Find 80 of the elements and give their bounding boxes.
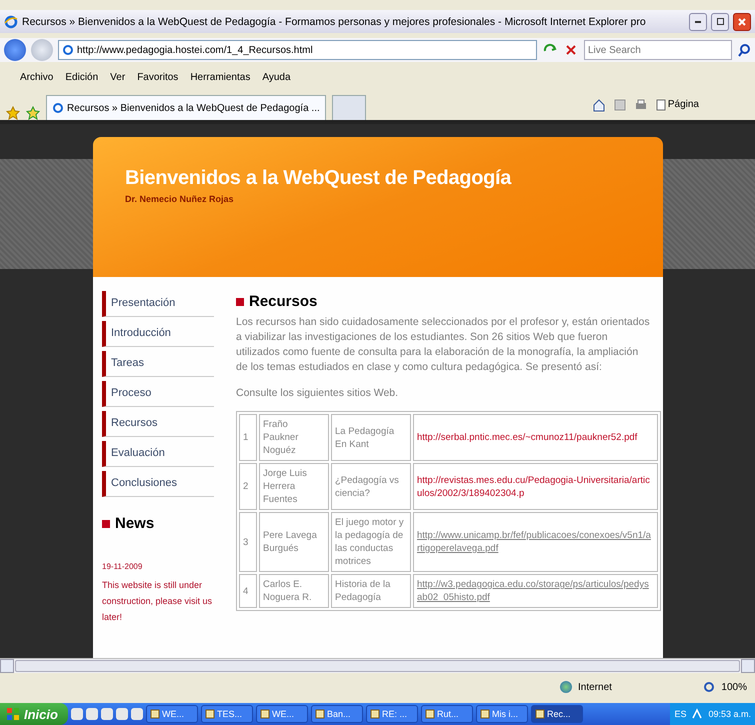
nav-link[interactable]: Recursos xyxy=(102,411,214,437)
bullet-icon xyxy=(236,298,244,306)
taskbar-button[interactable]: WE... xyxy=(146,705,198,723)
globe-icon xyxy=(560,681,572,693)
horizontal-scrollbar[interactable] xyxy=(0,658,755,673)
table-cell: Jorge Luis Herrera Fuentes xyxy=(259,463,329,510)
section-heading: News xyxy=(115,515,154,532)
table-cell: 1 xyxy=(239,414,257,461)
nav-link[interactable]: Tareas xyxy=(102,351,214,377)
table-cell: Carlos E. Noguera R. xyxy=(259,574,329,608)
window-icon xyxy=(314,709,325,719)
nav-link[interactable]: Evaluación xyxy=(102,441,214,467)
window-icon xyxy=(204,709,215,719)
close-button[interactable] xyxy=(733,12,751,30)
menu-item[interactable]: Ver xyxy=(104,72,132,83)
restore-icon xyxy=(716,18,724,25)
table-cell: Historia de la Pedagogía xyxy=(331,574,411,608)
close-icon xyxy=(738,18,746,26)
menu-item[interactable]: Herramientas xyxy=(184,72,256,83)
taskbar-button[interactable]: TES... xyxy=(200,705,253,723)
nav-link[interactable]: Proceso xyxy=(102,381,214,407)
quick-launch-icon[interactable] xyxy=(86,708,98,720)
maximize-button[interactable] xyxy=(711,12,729,30)
windows-logo-icon xyxy=(6,707,20,721)
news-text: This website is still under construction, please visit us later! xyxy=(102,579,214,624)
quick-launch-icon[interactable] xyxy=(100,708,113,720)
quick-launch-icon[interactable] xyxy=(116,708,128,720)
table-cell: 3 xyxy=(239,512,257,572)
quick-launch-icon[interactable] xyxy=(130,708,143,720)
home-icon[interactable] xyxy=(592,98,606,112)
taskbar-button[interactable]: WE... xyxy=(256,705,308,723)
taskbar-button[interactable]: Ban... xyxy=(310,705,363,723)
table-cell: ¿Pedagogía vs ciencia? xyxy=(331,463,411,510)
menu-item[interactable]: Ayuda xyxy=(256,72,297,83)
window-icon xyxy=(370,709,380,719)
quick-launch-icon[interactable] xyxy=(70,708,83,720)
window-icon xyxy=(260,709,270,719)
window-icon xyxy=(534,709,545,719)
nav-link[interactable]: Introducción xyxy=(102,321,214,347)
zoom-level[interactable]: 100% xyxy=(721,682,747,692)
address-field[interactable]: http://www.pedagogia.hostei.com/1_4_Recursos.html xyxy=(58,40,537,60)
back-button[interactable] xyxy=(4,39,26,61)
add-favorite-icon[interactable] xyxy=(26,106,40,120)
browser-icon xyxy=(4,14,18,28)
taskbar-button[interactable]: Mis i... xyxy=(476,705,528,723)
clock: 09:53 a.m. xyxy=(708,709,751,719)
intro-paragraph: Los recursos han sido cuidadosamente seleccionados por el profesor y, están orientados a viabilizar las investigaciones de los estudiantes. Son 26 sitios Web que fueron utilizados como fuente de consulta para la elaboración de la monografía, la ampliación de los temas estudiados en clase y como cultura pedagógica. Se presentó así: xyxy=(236,315,651,375)
bullet-icon xyxy=(102,520,110,528)
window-icon xyxy=(480,709,490,719)
browser-tab[interactable]: Recursos » Bienvenidos a la WebQuest de Pedagogía ... xyxy=(46,95,326,120)
taskbar-button[interactable]: Rut... xyxy=(420,705,473,723)
star-icon[interactable] xyxy=(6,106,20,120)
table-cell: La Pedagogía En Kant xyxy=(331,414,411,461)
minimize-icon xyxy=(695,20,701,22)
printer-icon[interactable] xyxy=(634,98,648,112)
site-subtitle: Dr. Nemecio Nuñez Rojas xyxy=(125,194,235,204)
window-title: Recursos » Bienvenidos a la WebQuest de Pedagogía - Formamos personas y mejores profesionales - Microsoft Internet Explorer pro xyxy=(22,16,647,28)
nav-link[interactable]: Presentación xyxy=(102,291,214,317)
search-field[interactable]: Live Search xyxy=(584,40,732,60)
table-cell: 4 xyxy=(239,574,257,608)
nav-link[interactable]: Conclusiones xyxy=(102,471,214,497)
taskbar-button[interactable]: RE: ... xyxy=(366,705,418,723)
table-cell: 2 xyxy=(239,463,257,510)
menu-item[interactable]: Edición xyxy=(59,72,104,83)
window-icon xyxy=(424,709,435,719)
site-title: Bienvenidos a la WebQuest de Pedagogía xyxy=(125,167,512,190)
taskbar-button[interactable]: Rec... xyxy=(530,705,583,723)
table-cell: Pere Lavega Burgués xyxy=(259,512,329,572)
window-icon xyxy=(150,709,160,719)
page-menu[interactable]: Página xyxy=(656,99,699,111)
section-heading: Recursos xyxy=(249,293,318,310)
menu-item[interactable]: Favoritos xyxy=(131,72,184,83)
menu-item[interactable]: Archivo xyxy=(14,72,60,83)
search-icon[interactable] xyxy=(737,43,751,57)
intro-note: Consulte los siguientes sitios Web. xyxy=(236,387,400,399)
table-cell: El juego motor y la pedagogía de las conductas motrices xyxy=(331,512,411,572)
minimize-button[interactable] xyxy=(689,12,707,30)
news-date: 19-11-2009 xyxy=(102,562,144,571)
security-zone: Internet xyxy=(578,682,612,692)
table-cell: Fraño Paukner Noguéz xyxy=(259,414,329,461)
